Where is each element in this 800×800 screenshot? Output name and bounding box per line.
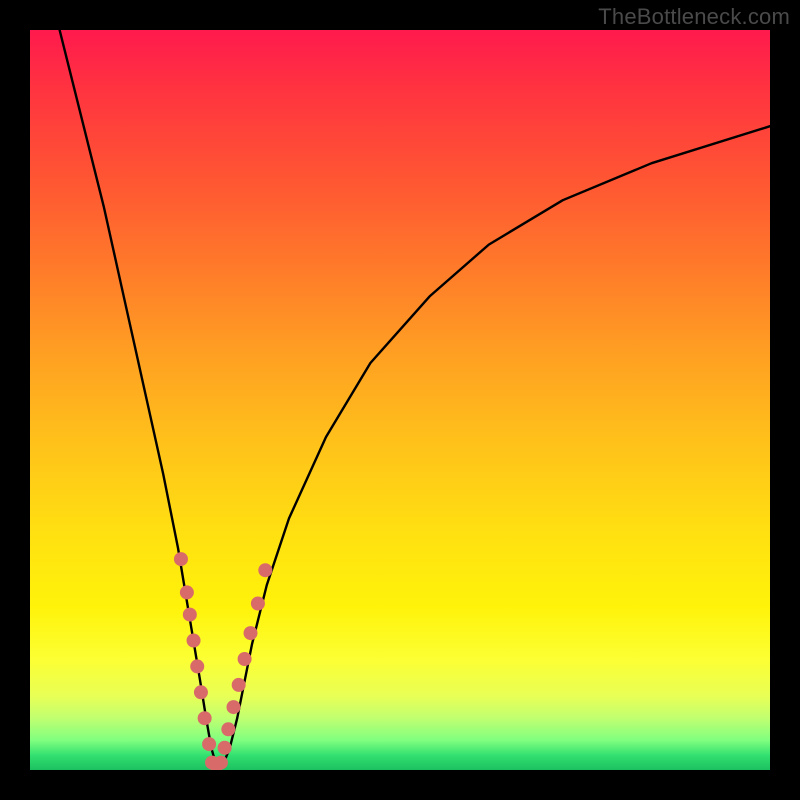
bottleneck-curve-path xyxy=(60,30,770,766)
highlight-dot xyxy=(183,608,197,622)
highlight-dot xyxy=(232,678,246,692)
highlight-dot xyxy=(180,585,194,599)
highlight-dot xyxy=(214,756,228,770)
highlight-dot xyxy=(227,700,241,714)
highlight-dot xyxy=(198,711,212,725)
highlight-dot xyxy=(238,652,252,666)
highlight-dot xyxy=(251,597,265,611)
watermark-text: TheBottleneck.com xyxy=(598,4,790,30)
dots-layer xyxy=(174,552,272,770)
highlight-dot xyxy=(174,552,188,566)
plot-area xyxy=(30,30,770,770)
highlight-dot xyxy=(202,737,216,751)
highlight-dot xyxy=(190,659,204,673)
highlight-dot xyxy=(244,626,258,640)
highlight-dot xyxy=(194,685,208,699)
chart-frame: TheBottleneck.com xyxy=(0,0,800,800)
highlight-dot xyxy=(258,563,272,577)
curve-layer xyxy=(60,30,770,766)
highlight-dot xyxy=(221,722,235,736)
highlight-dot xyxy=(218,741,232,755)
curve-svg xyxy=(30,30,770,770)
highlight-dot xyxy=(187,634,201,648)
